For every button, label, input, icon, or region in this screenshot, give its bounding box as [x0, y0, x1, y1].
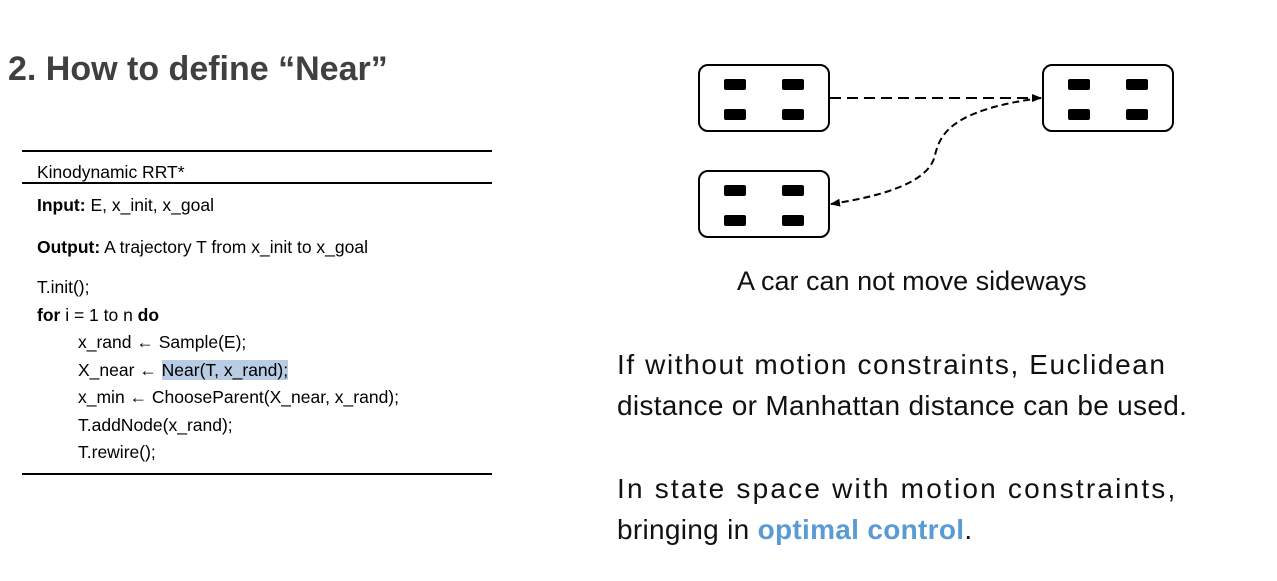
output-label: Output:: [37, 237, 101, 257]
curved-arrow: [830, 97, 1042, 207]
algorithm-input: Input: E, x_init, x_goal: [22, 184, 492, 226]
code-line-near: X_near ← Near(T, x_rand);: [37, 357, 492, 385]
code-line-rewire: T.rewire();: [78, 442, 156, 462]
car-motion-diagram: [698, 64, 1174, 238]
near-prefix: X_near ←: [78, 359, 162, 380]
algorithm-name: Kinodynamic RRT*: [37, 162, 185, 182]
paragraph-optimal-control-line-2: bringing in optimal control.: [617, 509, 1177, 550]
algorithm-code: T.init(); for i = 1 to n do x_rand ← Sam…: [22, 268, 492, 473]
optimal-control-term: optimal control: [757, 514, 965, 545]
near-highlight: Near(T, x_rand);: [161, 359, 289, 380]
for-range: i = 1 to n: [60, 304, 138, 325]
diagram-caption: A car can not move sideways: [737, 266, 1087, 296]
bottom-rule: [22, 472, 492, 475]
code-line-sample: x_rand ← Sample(E);: [78, 332, 247, 352]
paragraph-optimal-control-line-1: In state space with motion constraints,: [617, 473, 1178, 504]
code-line-add-node: T.addNode(x_rand);: [78, 414, 233, 435]
code-line-for: for i = 1 to n do: [37, 302, 492, 330]
car-bottom: [698, 170, 830, 238]
input-label: Input:: [37, 195, 86, 215]
paragraph-euclidean-line-2: distance or Manhattan distance can be us…: [617, 390, 1188, 421]
car-start: [698, 64, 830, 132]
for-keyword: for: [37, 304, 61, 325]
do-keyword: do: [137, 304, 160, 325]
line-2-suffix: .: [964, 514, 973, 545]
algorithm-box: Kinodynamic RRT* Input: E, x_init, x_goa…: [22, 150, 492, 475]
code-line-init: T.init();: [37, 277, 90, 297]
car-goal: [1042, 64, 1174, 132]
paragraph-euclidean-line-1: If without motion constraints, Euclidean: [617, 349, 1167, 380]
slide-title: 2. How to define “Near”: [8, 50, 388, 88]
line-2-prefix: bringing in: [617, 514, 758, 545]
algorithm-output: Output: A trajectory T from x_init to x_…: [22, 226, 492, 268]
paragraph-optimal-control: In state space with motion constraints, …: [617, 468, 1177, 550]
output-value: A trajectory T from x_init to x_goal: [100, 237, 368, 257]
input-value: E, x_init, x_goal: [85, 195, 214, 215]
paragraph-euclidean: If without motion constraints, Euclidean…: [617, 344, 1187, 426]
code-line-choose-parent: x_min ← ChooseParent(X_near, x_rand);: [78, 387, 399, 407]
